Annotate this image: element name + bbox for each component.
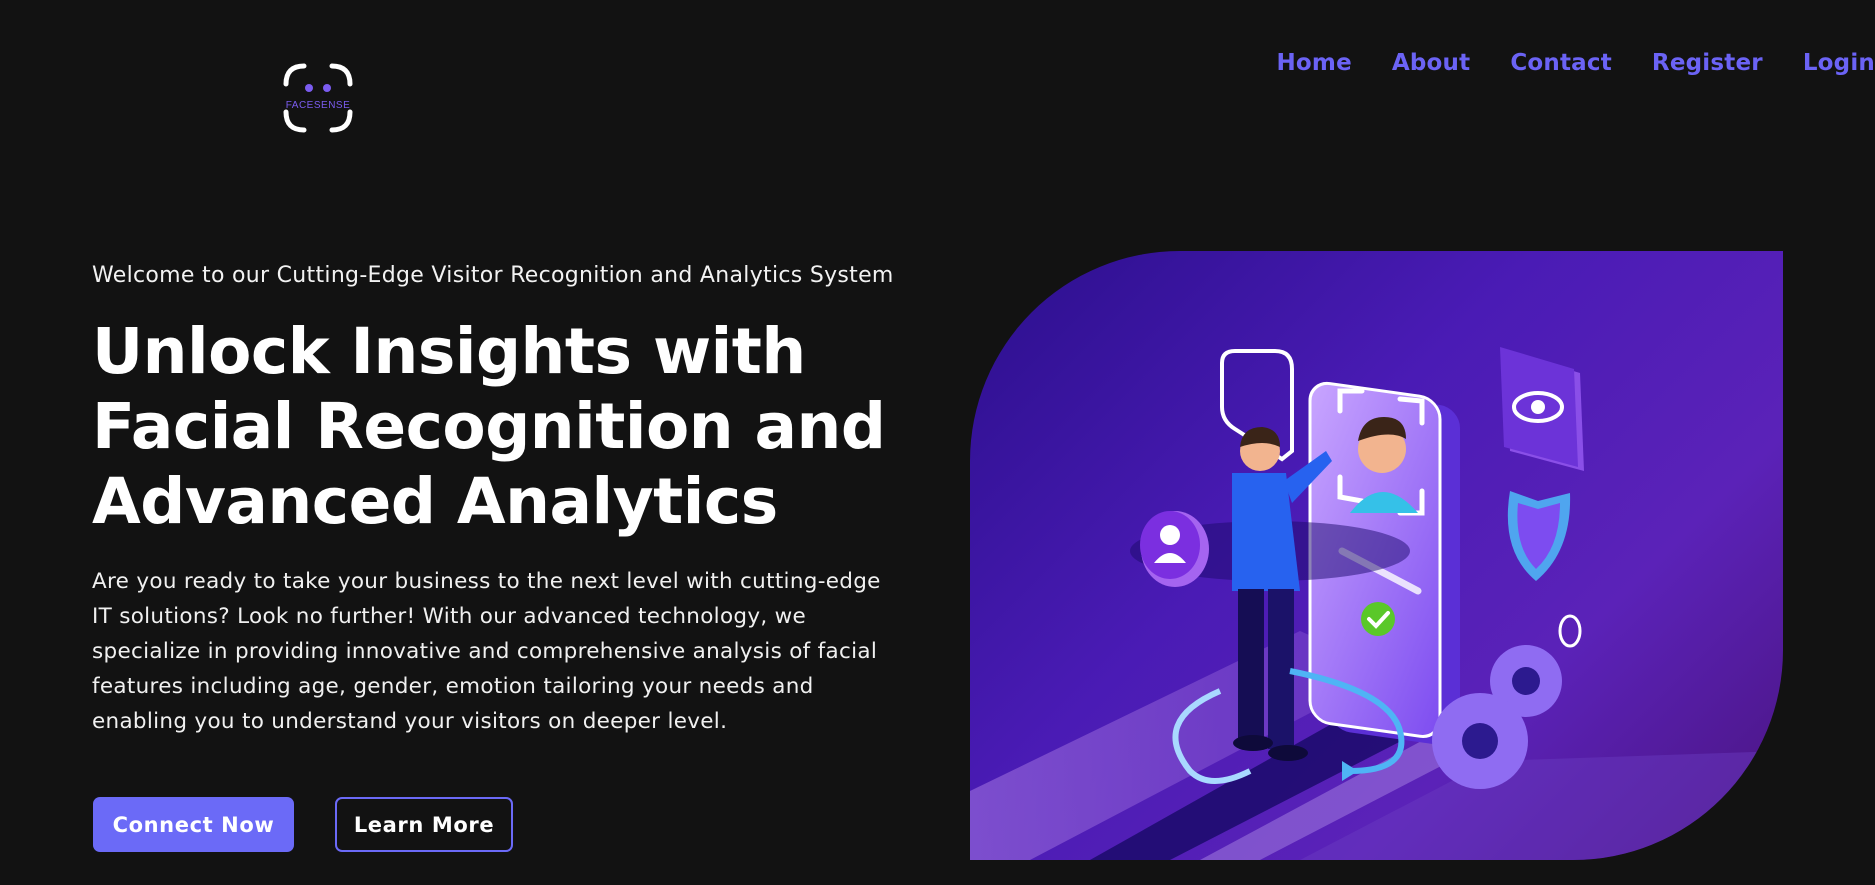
face-recognition-illustration xyxy=(970,347,1783,860)
hero-illustration xyxy=(970,251,1783,860)
nav-home[interactable]: Home xyxy=(1276,50,1351,76)
nav-contact[interactable]: Contact xyxy=(1510,50,1612,76)
main-nav: Home About Contact Register Login xyxy=(1276,50,1875,76)
headline-line-3: Advanced Analytics xyxy=(92,465,778,538)
hero-headline: Unlock Insights with Facial Recognition … xyxy=(92,314,892,539)
face-scan-icon xyxy=(283,63,353,133)
hero-tagline: Welcome to our Cutting-Edge Visitor Reco… xyxy=(92,263,894,288)
nav-register[interactable]: Register xyxy=(1652,50,1763,76)
check-badge xyxy=(1361,602,1395,636)
brand-logo[interactable]: FACESENSE xyxy=(280,60,356,136)
brand-name: FACESENSE xyxy=(285,100,351,111)
connect-now-button[interactable]: Connect Now xyxy=(93,797,294,852)
headline-line-2: Facial Recognition and xyxy=(92,390,886,463)
learn-more-button[interactable]: Learn More xyxy=(335,797,513,852)
nav-login[interactable]: Login xyxy=(1803,50,1875,76)
landing-page: FACESENSE Home About Contact Register Lo… xyxy=(0,0,1875,885)
hero-description: Are you ready to take your business to t… xyxy=(92,569,881,734)
nav-about[interactable]: About xyxy=(1392,50,1470,76)
headline-line-1: Unlock Insights with xyxy=(92,315,806,388)
